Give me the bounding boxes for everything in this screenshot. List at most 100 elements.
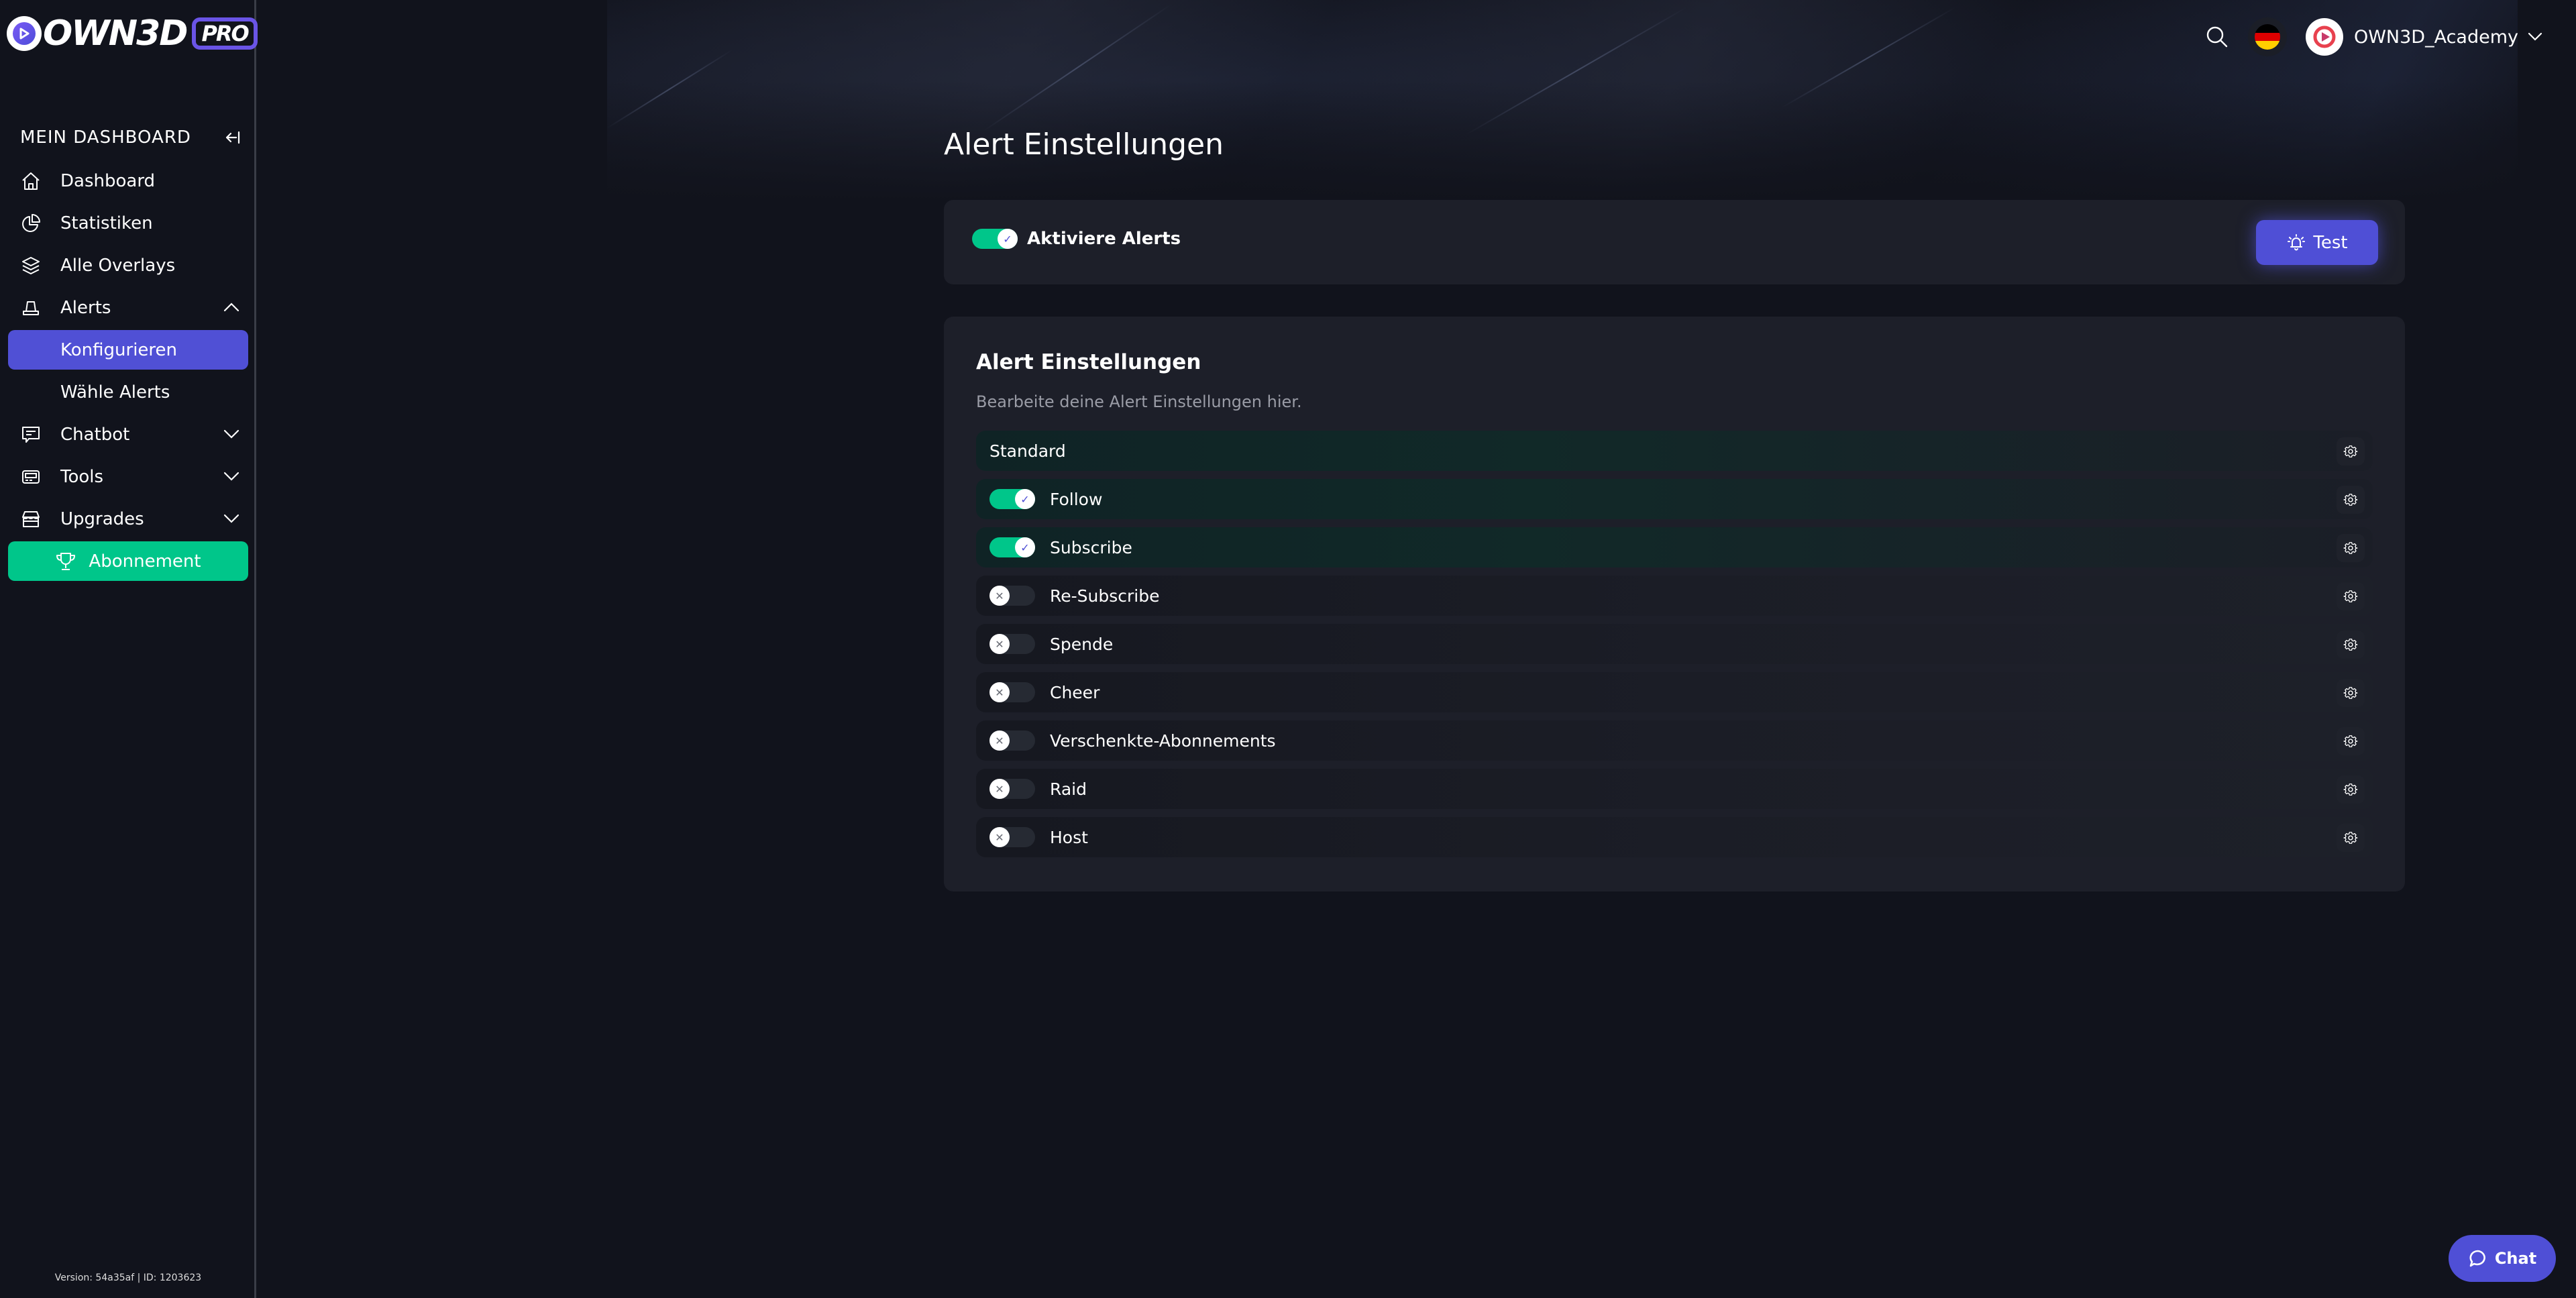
sidebar-item-label: Tools: [60, 466, 104, 487]
sidebar-item-label: Upgrades: [60, 508, 144, 529]
sidebar-item-label: Alle Overlays: [60, 255, 176, 276]
chevron-down-icon[interactable]: [221, 508, 241, 529]
version-info: Version: 54a35af | ID: 1203623: [54, 1273, 202, 1283]
alert-row-follow[interactable]: ✓ Follow: [976, 479, 2373, 519]
chevron-down-icon: [2528, 32, 2542, 42]
sidebar-subitem-label: Konfigurieren: [60, 339, 178, 360]
alert-row-host[interactable]: ✕ Host: [976, 817, 2373, 857]
brand-logo[interactable]: OWN3D PRO R: [7, 13, 270, 54]
user-name: OWN3D_Academy: [2353, 26, 2518, 48]
alert-settings-button[interactable]: [2337, 534, 2365, 562]
activate-alerts-toggle[interactable]: ✓: [972, 229, 1018, 249]
alert-settings-button[interactable]: [2337, 582, 2365, 610]
gear-icon: [2343, 782, 2358, 797]
cross-icon: ✕: [989, 634, 1010, 654]
gear-icon: [2343, 444, 2358, 459]
sidebar-item-upgrades[interactable]: Upgrades: [8, 499, 248, 539]
activate-alerts-label: Aktiviere Alerts: [1027, 229, 1181, 249]
sidebar-section-title: MEIN DASHBOARD: [20, 127, 191, 148]
sidebar-item-statistiken[interactable]: Statistiken: [8, 203, 248, 243]
sidebar-item-label: Chatbot: [60, 424, 130, 445]
alert-toggle-verschenkte-abonnements[interactable]: ✕: [989, 731, 1035, 751]
home-icon: [20, 170, 42, 192]
alert-name: Cheer: [1050, 682, 1100, 702]
sidebar-item-alerts[interactable]: Alerts: [8, 288, 248, 327]
alert-row-cheer[interactable]: ✕ Cheer: [976, 672, 2373, 712]
chevron-up-icon[interactable]: [221, 297, 241, 317]
chevron-down-icon[interactable]: [221, 424, 241, 444]
german-flag-icon: [2254, 24, 2280, 50]
sidebar-subitem-konfigurieren[interactable]: Konfigurieren: [8, 330, 248, 370]
logo-pro-badge: PRO: [192, 17, 258, 50]
sidebar-item-dashboard[interactable]: Dashboard: [8, 161, 248, 201]
alert-toggle-host[interactable]: ✕: [989, 827, 1035, 847]
activate-alerts-row: ✓ Aktiviere Alerts: [972, 229, 1181, 249]
cross-icon: ✕: [989, 586, 1010, 606]
app-root: OWN3D PRO R MEIN DASHBOARD Dashboard: [0, 0, 2576, 1298]
bell-icon: [2286, 233, 2306, 253]
cross-icon: ✕: [989, 779, 1010, 799]
alert-row-verschenkte-abonnements[interactable]: ✕ Verschenkte-Abonnements: [976, 720, 2373, 761]
alert-row-spende[interactable]: ✕ Spende: [976, 624, 2373, 664]
alert-settings-button[interactable]: [2337, 775, 2365, 804]
check-icon: ✓: [1015, 489, 1035, 509]
chevron-down-icon[interactable]: [221, 466, 241, 486]
alert-toggle-spende[interactable]: ✕: [989, 634, 1035, 654]
chat-icon: [20, 424, 42, 445]
sidebar-item-label: Dashboard: [60, 170, 156, 191]
alert-name: Follow: [1050, 489, 1103, 509]
alert-toggle-subscribe[interactable]: ✓: [989, 537, 1035, 557]
check-icon: ✓: [998, 229, 1018, 249]
check-icon: ✓: [1015, 537, 1035, 557]
alert-light-icon: [20, 297, 42, 319]
alert-toggle-cheer[interactable]: ✕: [989, 682, 1035, 702]
alert-settings-button[interactable]: [2337, 727, 2365, 755]
alert-settings-button[interactable]: [2337, 631, 2365, 659]
alert-toggle-follow[interactable]: ✓: [989, 489, 1035, 509]
layers-icon: [20, 255, 42, 276]
cross-icon: ✕: [989, 827, 1010, 847]
sidebar-item-label: Alerts: [60, 297, 111, 318]
gear-icon: [2343, 637, 2358, 652]
alert-row-raid[interactable]: ✕ Raid: [976, 769, 2373, 809]
sidebar-subitem-waehle-alerts[interactable]: Wähle Alerts: [8, 372, 248, 412]
sidebar-item-label: Abonnement: [89, 551, 201, 572]
sidebar-nav: Dashboard Statistiken Alle Overlays Aler…: [8, 161, 248, 584]
sidebar-item-abonnement[interactable]: Abonnement: [8, 541, 248, 581]
sidebar-item-tools[interactable]: Tools: [8, 457, 248, 496]
language-switcher[interactable]: [2247, 17, 2287, 56]
test-alert-button[interactable]: Test: [2256, 220, 2378, 265]
alert-toggle-re-subscribe[interactable]: ✕: [989, 586, 1035, 606]
sidebar-header: MEIN DASHBOARD: [20, 127, 241, 148]
activate-alerts-card: ✓ Aktiviere Alerts Test: [944, 200, 2405, 284]
cross-icon: ✕: [989, 682, 1010, 702]
user-menu[interactable]: OWN3D_Academy: [2305, 18, 2542, 56]
alert-name: Raid: [1050, 779, 1087, 799]
topbar: OWN3D_Academy: [2202, 0, 2576, 74]
alert-row-re-subscribe[interactable]: ✕ Re-Subscribe: [976, 576, 2373, 616]
alert-settings-card: Alert Einstellungen Bearbeite deine Aler…: [944, 317, 2405, 891]
alert-settings-button[interactable]: [2337, 486, 2365, 514]
search-icon: [2205, 25, 2229, 49]
gear-icon: [2343, 734, 2358, 749]
page-title: Alert Einstellungen: [944, 127, 1224, 162]
sidebar-item-alle-overlays[interactable]: Alle Overlays: [8, 246, 248, 285]
pie-chart-icon: [20, 213, 42, 234]
settings-subtitle: Bearbeite deine Alert Einstellungen hier…: [976, 392, 1302, 411]
alert-toggle-raid[interactable]: ✕: [989, 779, 1035, 799]
collapse-left-icon[interactable]: [224, 129, 241, 146]
trophy-icon: [55, 551, 76, 572]
alert-settings-button[interactable]: [2337, 824, 2365, 852]
search-button[interactable]: [2202, 22, 2232, 52]
alert-row-standard[interactable]: Standard: [976, 431, 2373, 471]
alert-row-subscribe[interactable]: ✓ Subscribe: [976, 527, 2373, 567]
alert-settings-button[interactable]: [2337, 679, 2365, 707]
gear-icon: [2343, 492, 2358, 507]
chat-widget-button[interactable]: Chat: [2449, 1235, 2556, 1282]
chat-bubble-icon: [2468, 1248, 2488, 1268]
alert-list: Standard ✓ Follow ✓ Subscribe ✕ Re-Subsc…: [976, 431, 2373, 865]
gear-icon: [2343, 589, 2358, 604]
gear-icon: [2343, 686, 2358, 700]
alert-settings-button[interactable]: [2337, 437, 2365, 466]
sidebar-item-chatbot[interactable]: Chatbot: [8, 415, 248, 454]
